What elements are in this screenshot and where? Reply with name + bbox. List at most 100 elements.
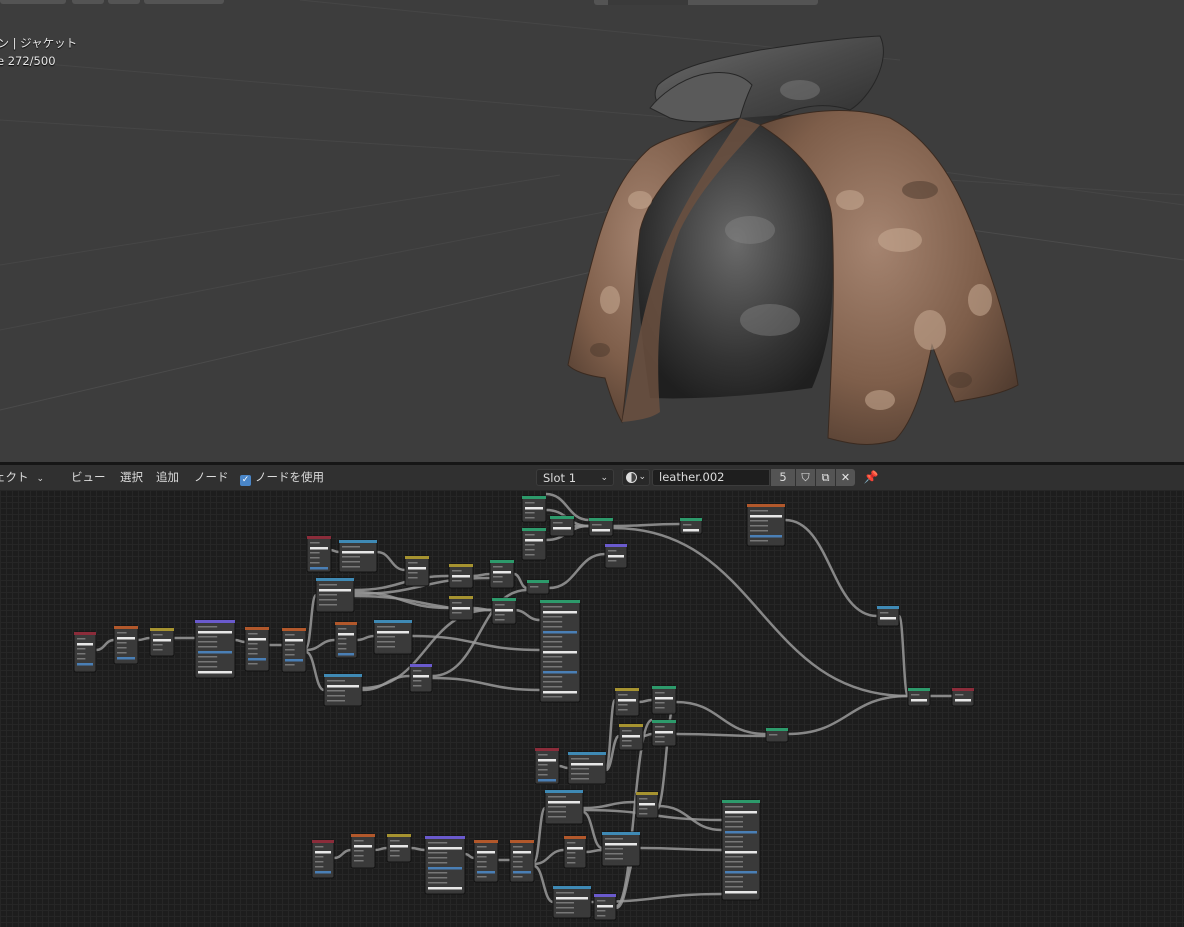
node-link[interactable] xyxy=(513,572,528,590)
shader-node[interactable] xyxy=(113,625,139,665)
node-link[interactable] xyxy=(612,522,681,528)
shader-node[interactable] xyxy=(323,673,363,707)
node-body[interactable] xyxy=(194,619,236,679)
shader-node[interactable] xyxy=(373,619,413,655)
node-header[interactable] xyxy=(74,632,96,635)
node-body[interactable] xyxy=(386,833,412,863)
node-link[interactable] xyxy=(533,864,554,904)
shader-node[interactable] xyxy=(334,621,358,659)
node-body[interactable] xyxy=(409,663,433,693)
node-link[interactable] xyxy=(675,732,767,738)
node-graph[interactable] xyxy=(0,490,1184,927)
node-link[interactable] xyxy=(304,593,318,650)
use-nodes-toggle[interactable]: ✓ ノードを使用 xyxy=(240,465,324,490)
shader-node[interactable] xyxy=(448,563,474,589)
node-link[interactable] xyxy=(234,638,246,644)
node-header[interactable] xyxy=(510,840,534,843)
material-slot-dropdown[interactable]: Slot 1 ⌄ xyxy=(536,469,614,486)
shader-node[interactable] xyxy=(539,599,581,703)
node-header[interactable] xyxy=(150,628,174,631)
node-header[interactable] xyxy=(449,596,473,599)
node-header[interactable] xyxy=(766,728,788,731)
node-link[interactable] xyxy=(431,676,541,692)
node-header[interactable] xyxy=(722,800,760,803)
shader-node[interactable] xyxy=(409,663,433,693)
node-header[interactable] xyxy=(425,836,465,839)
node-link[interactable] xyxy=(548,552,606,590)
node-header[interactable] xyxy=(747,504,785,507)
shader-node[interactable] xyxy=(746,503,786,547)
node-link[interactable] xyxy=(513,608,541,622)
node-header[interactable] xyxy=(636,792,658,795)
shader-node[interactable] xyxy=(315,577,355,613)
node-header[interactable] xyxy=(952,688,974,691)
shader-node[interactable] xyxy=(424,835,466,895)
unlink-material-button[interactable]: ✕ xyxy=(836,469,855,486)
node-header[interactable] xyxy=(405,556,429,559)
material-name-field[interactable]: leather.002 xyxy=(652,469,770,486)
node-header[interactable] xyxy=(652,720,676,723)
shader-node[interactable] xyxy=(473,839,499,883)
node-header[interactable] xyxy=(335,622,357,625)
node-link[interactable] xyxy=(356,634,375,642)
node-header[interactable] xyxy=(908,688,930,691)
node-link[interactable] xyxy=(654,700,678,812)
shader-node[interactable] xyxy=(951,687,975,707)
shader-node[interactable] xyxy=(338,539,378,573)
node-header[interactable] xyxy=(619,724,643,727)
node-body[interactable] xyxy=(334,621,358,659)
shader-node[interactable] xyxy=(281,627,307,673)
shader-node[interactable] xyxy=(601,831,641,867)
shader-node[interactable] xyxy=(491,597,517,625)
shader-node[interactable] xyxy=(194,619,236,679)
node-body[interactable] xyxy=(534,747,560,785)
node-link[interactable] xyxy=(638,698,653,704)
node-header[interactable] xyxy=(282,628,306,631)
node-header[interactable] xyxy=(195,620,235,623)
node-link[interactable] xyxy=(333,848,352,860)
node-header[interactable] xyxy=(449,564,473,567)
node-header[interactable] xyxy=(877,606,899,609)
shader-node[interactable] xyxy=(73,631,97,673)
node-body[interactable] xyxy=(651,685,677,715)
node-link[interactable] xyxy=(472,572,491,578)
node-header[interactable] xyxy=(374,620,412,623)
node-header[interactable] xyxy=(680,518,702,521)
shader-node[interactable] xyxy=(563,835,587,869)
node-body[interactable] xyxy=(149,627,175,657)
node-header[interactable] xyxy=(316,578,354,581)
shader-node[interactable] xyxy=(509,839,535,883)
editor-type-dropdown[interactable]: ェクト ⌄ xyxy=(0,465,48,490)
fake-user-button[interactable]: ⛉ xyxy=(796,469,815,486)
node-header[interactable] xyxy=(615,688,639,691)
node-header[interactable] xyxy=(594,894,616,897)
node-header[interactable] xyxy=(307,536,331,539)
node-link[interactable] xyxy=(639,846,723,852)
shader-node[interactable] xyxy=(386,833,412,863)
node-header[interactable] xyxy=(550,516,574,519)
checkbox-checked-icon[interactable]: ✓ xyxy=(240,475,251,486)
shader-node[interactable] xyxy=(306,535,332,573)
shader-node[interactable] xyxy=(618,723,644,751)
shader-node[interactable] xyxy=(534,747,560,785)
node-header[interactable] xyxy=(492,598,516,601)
pin-button[interactable]: 📌 xyxy=(862,469,880,486)
node-header[interactable] xyxy=(490,560,514,563)
node-header[interactable] xyxy=(410,664,432,667)
node-header[interactable] xyxy=(324,674,362,677)
shader-node[interactable] xyxy=(552,885,592,919)
node-header[interactable] xyxy=(564,836,586,839)
node-header[interactable] xyxy=(540,600,580,603)
shader-node[interactable] xyxy=(614,687,640,717)
menu-select[interactable]: 選択 xyxy=(120,465,143,490)
shader-node[interactable] xyxy=(544,789,584,825)
jacket-model[interactable] xyxy=(0,0,1184,462)
node-link[interactable] xyxy=(582,800,637,810)
node-link[interactable] xyxy=(585,848,603,854)
shader-node[interactable] xyxy=(651,719,677,747)
node-header[interactable] xyxy=(387,834,411,837)
node-header[interactable] xyxy=(535,748,559,751)
node-link[interactable] xyxy=(137,636,151,642)
material-users-count[interactable]: 5 xyxy=(771,469,795,486)
node-link[interactable] xyxy=(532,806,547,864)
